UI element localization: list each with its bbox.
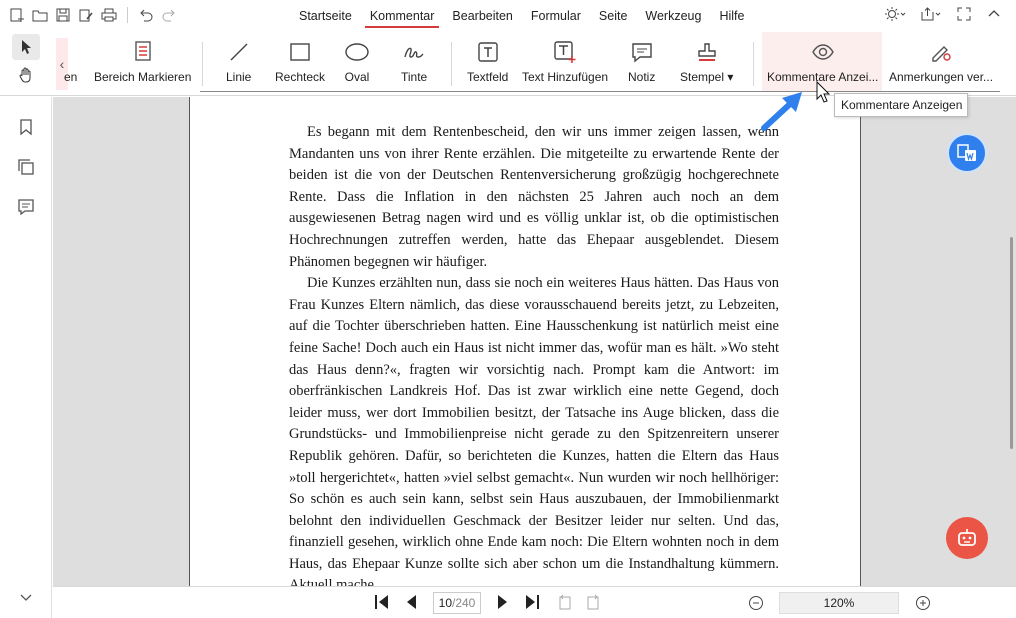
zoom-in-icon[interactable] [915,595,931,614]
rotate-right-icon[interactable] [585,594,601,613]
robot-icon [958,529,976,546]
current-page: 10 [438,596,452,610]
tooltip: Kommentare Anzeigen [834,93,968,117]
last-page-icon[interactable] [523,593,541,614]
ai-assistant-button[interactable] [946,517,988,559]
blue-arrow-icon [761,92,802,131]
previous-page-icon[interactable] [403,593,421,614]
mouse-cursor-icon [816,80,831,103]
first-page-icon[interactable] [373,593,391,614]
convert-word-icon [957,144,976,162]
zoom-out-icon[interactable] [748,595,764,614]
rotate-left-icon[interactable] [557,594,573,613]
status-bar: 10/240 120% [53,586,1016,618]
total-pages: /240 [452,596,476,610]
zoom-level[interactable]: 120% [779,592,899,614]
next-page-icon[interactable] [493,593,511,614]
page-number-field[interactable]: 10/240 [433,592,481,614]
page-navigation: 10/240 [373,592,601,614]
convert-to-word-button[interactable] [947,133,987,173]
